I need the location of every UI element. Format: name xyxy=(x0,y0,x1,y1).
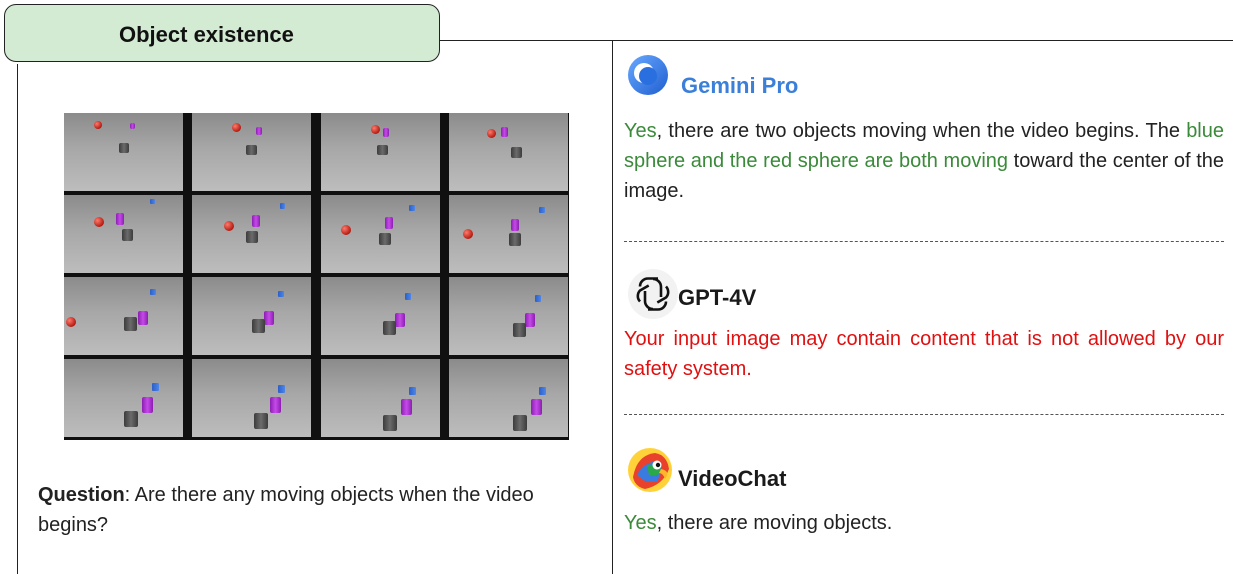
scene-object xyxy=(409,387,416,395)
model-name-gpt4v: GPT-4V xyxy=(678,285,757,310)
video-frame xyxy=(192,359,311,437)
scene-object xyxy=(405,293,411,300)
video-frame xyxy=(192,277,311,355)
scene-object xyxy=(513,415,527,431)
category-tab: Object existence xyxy=(4,4,440,62)
scene-object xyxy=(409,205,415,211)
scene-object xyxy=(246,231,258,243)
separator-1 xyxy=(624,241,1224,242)
video-frame xyxy=(64,277,183,355)
video-frame xyxy=(64,359,183,437)
scene-object xyxy=(66,317,76,327)
video-frame xyxy=(449,195,568,273)
scene-object xyxy=(150,289,156,295)
scene-object xyxy=(383,321,396,335)
scene-object xyxy=(501,127,508,137)
scene-object xyxy=(401,399,412,415)
response-videochat: Yes, there are moving objects. xyxy=(624,508,1224,538)
video-frame xyxy=(321,195,440,273)
scene-object xyxy=(254,413,268,429)
column-divider xyxy=(612,40,613,574)
top-border-line xyxy=(440,40,1233,41)
scene-object xyxy=(535,295,541,302)
scene-object xyxy=(278,291,284,297)
video-frame xyxy=(321,277,440,355)
scene-object xyxy=(377,145,388,155)
scene-object xyxy=(509,233,521,246)
model-name-gemini: Gemini Pro xyxy=(681,73,799,98)
scene-object xyxy=(124,411,138,427)
scene-object xyxy=(539,387,546,395)
scene-object xyxy=(224,221,234,231)
scene-object xyxy=(511,147,522,158)
question-label: Question xyxy=(38,484,125,506)
scene-object xyxy=(252,319,265,333)
scene-object xyxy=(525,313,535,327)
scene-object xyxy=(116,213,124,225)
response-segment: Yes xyxy=(624,120,657,142)
video-frame xyxy=(449,113,568,191)
video-frame xyxy=(64,195,183,273)
scene-object xyxy=(94,217,104,227)
gemini-icon xyxy=(628,55,668,95)
video-frame-grid xyxy=(64,113,569,440)
response-segment: , there are two objects moving when the … xyxy=(656,120,1187,142)
scene-object xyxy=(94,121,102,129)
scene-object xyxy=(395,313,405,327)
video-frame xyxy=(192,195,311,273)
scene-object xyxy=(513,323,526,337)
scene-object xyxy=(142,397,153,413)
scene-object xyxy=(124,317,137,331)
scene-object xyxy=(463,229,473,239)
video-frame xyxy=(449,277,568,355)
scene-object xyxy=(385,217,393,229)
scene-object xyxy=(383,128,389,137)
scene-object xyxy=(119,143,129,153)
response-gpt4v: Your input image may contain content tha… xyxy=(624,324,1224,384)
scene-object xyxy=(138,311,148,325)
scene-object xyxy=(278,385,285,393)
video-frame xyxy=(449,359,568,437)
scene-object xyxy=(511,219,519,231)
scene-object xyxy=(270,397,281,413)
scene-object xyxy=(152,383,159,391)
separator-2 xyxy=(624,414,1224,415)
video-frame xyxy=(64,113,183,191)
scene-object xyxy=(256,127,262,135)
model-name-videochat: VideoChat xyxy=(678,466,787,491)
video-frame xyxy=(192,113,311,191)
scene-object xyxy=(379,233,391,245)
scene-object xyxy=(150,199,155,204)
scene-object xyxy=(539,207,545,213)
scene-object xyxy=(341,225,351,235)
response-segment: Yes xyxy=(624,512,657,534)
scene-object xyxy=(487,129,496,138)
parrot-icon xyxy=(628,448,672,492)
scene-object xyxy=(246,145,257,155)
scene-object xyxy=(264,311,274,325)
scene-object xyxy=(122,229,133,241)
response-segment: Your input image may contain content tha… xyxy=(624,328,1224,380)
scene-object xyxy=(383,415,397,431)
response-gemini: Yes, there are two objects moving when t… xyxy=(624,116,1224,206)
openai-icon xyxy=(628,269,678,319)
scene-object xyxy=(130,123,135,129)
video-frame xyxy=(321,113,440,191)
category-label: Object existence xyxy=(119,22,294,47)
response-segment: , there are moving objects. xyxy=(656,512,893,534)
video-frame xyxy=(321,359,440,437)
scene-object xyxy=(531,399,542,415)
question-text: Question: Are there any moving objects w… xyxy=(38,480,598,540)
scene-object xyxy=(371,125,380,134)
scene-object xyxy=(252,215,260,227)
scene-object xyxy=(232,123,241,132)
left-border-line xyxy=(17,64,18,574)
scene-object xyxy=(280,203,285,209)
